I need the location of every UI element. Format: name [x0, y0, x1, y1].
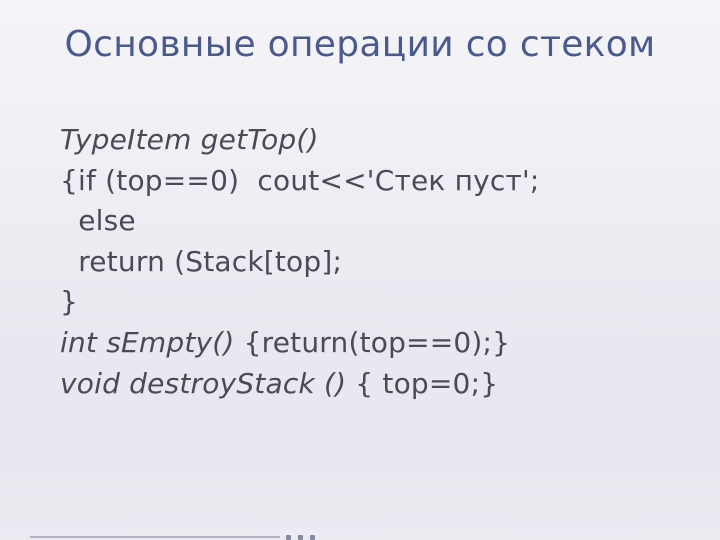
footer-line	[30, 536, 280, 538]
code-line: int sEmpty() {return(top==0);}	[60, 323, 680, 364]
code-line: else	[60, 201, 680, 242]
slide-body: TypeItem getTop() {if (top==0) cout<<'Ст…	[60, 120, 680, 404]
footer-dot	[310, 535, 315, 540]
code-line: {if (top==0) cout<<'Стек пуст';	[60, 161, 680, 202]
code-line: TypeItem getTop()	[60, 120, 680, 161]
footer-dot	[286, 535, 291, 540]
code-line: return (Stack[top];	[60, 242, 680, 283]
footer-dot	[298, 535, 303, 540]
footer-decoration	[0, 536, 720, 540]
code-line: void destroyStack () { top=0;}	[60, 364, 680, 405]
slide: Основные операции со стеком TypeItem get…	[0, 0, 720, 540]
slide-title: Основные операции со стеком	[0, 24, 720, 65]
code-line: }	[60, 282, 680, 323]
